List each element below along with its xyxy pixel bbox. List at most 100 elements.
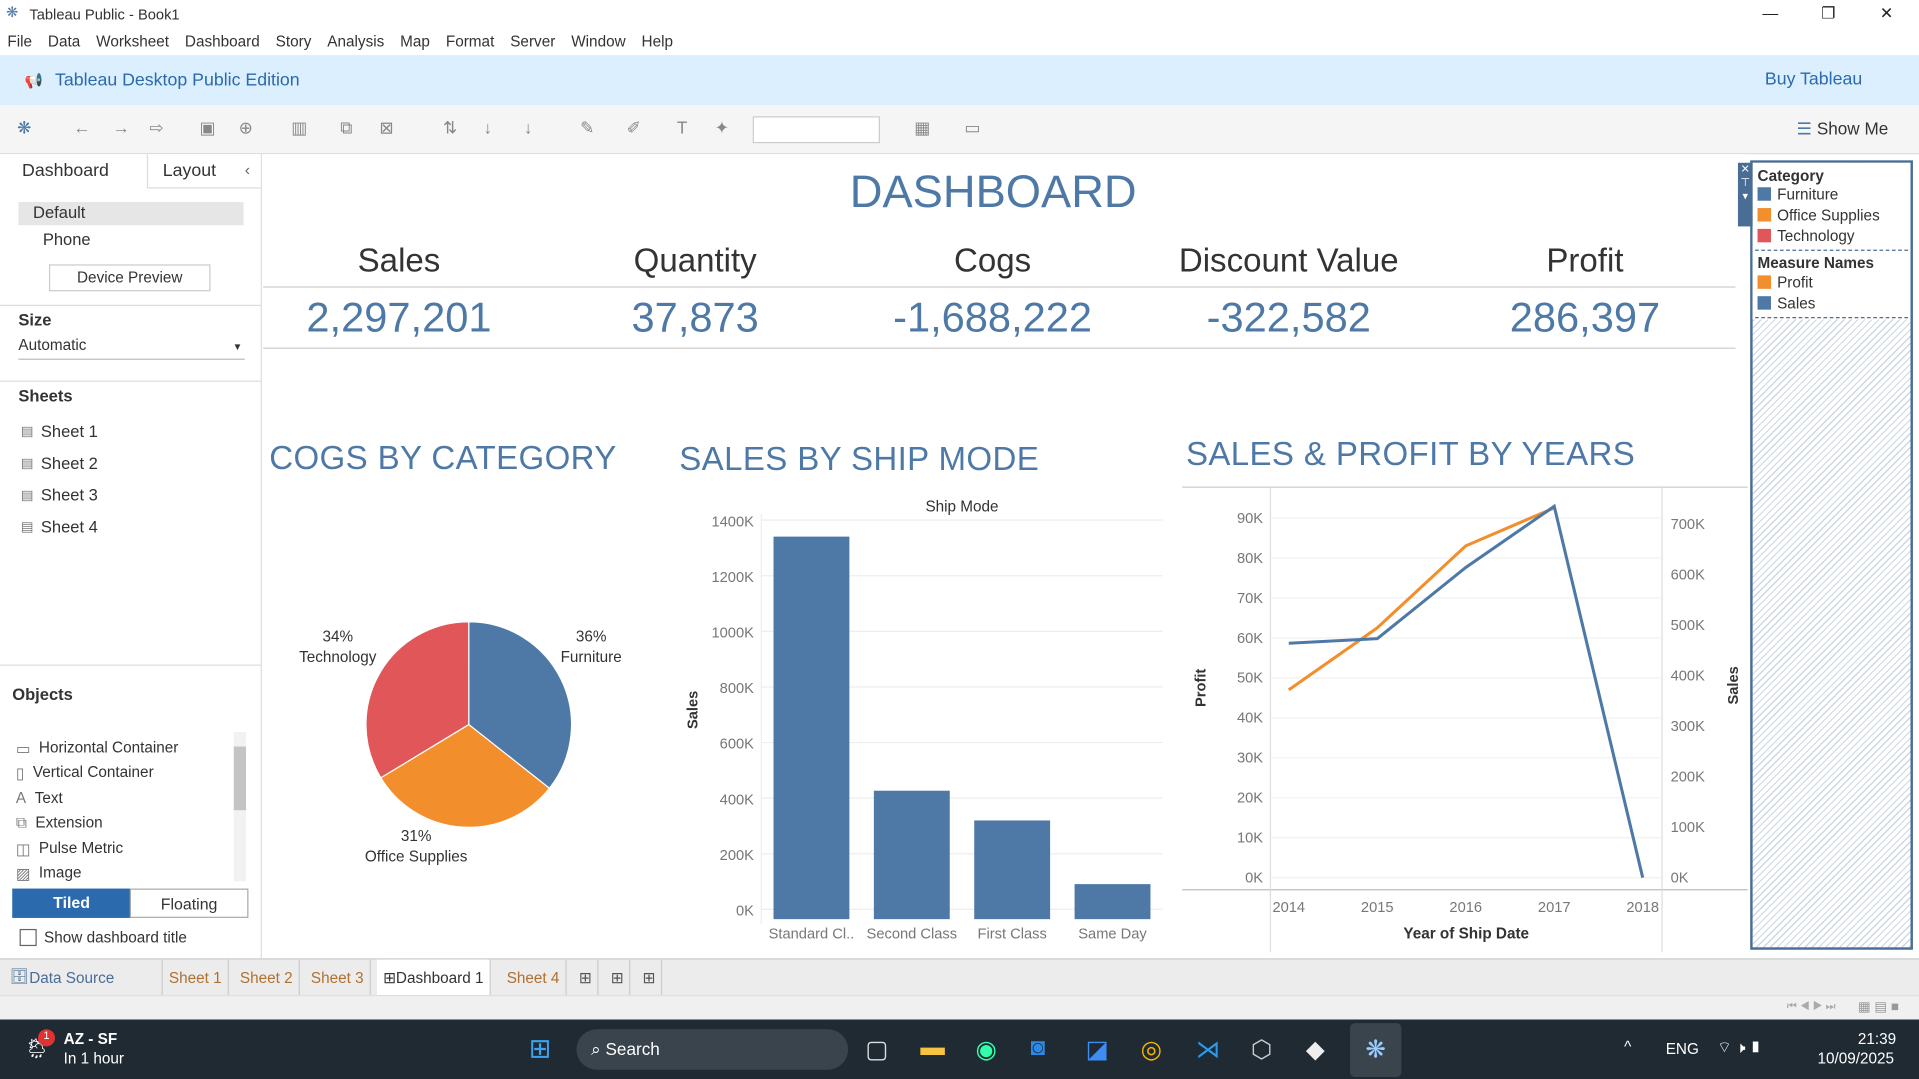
- active-tab-label: Dashboard 1: [395, 968, 484, 986]
- maximize-button[interactable]: ❐: [1821, 4, 1835, 24]
- buy-tableau-link[interactable]: Buy Tableau: [1765, 70, 1862, 90]
- pie-category-label: Office Supplies: [365, 849, 468, 866]
- pie-category-label: Furniture: [561, 649, 622, 666]
- legend-item-sales[interactable]: Sales: [1753, 293, 1911, 314]
- new-dashboard-tab-icon[interactable]: ⊞: [605, 959, 631, 996]
- bar-3: [1074, 884, 1151, 920]
- show-me-icon: ☰: [1796, 118, 1817, 139]
- edge-icon[interactable]: ◉: [975, 1034, 996, 1065]
- line-x-tick-label: 2016: [1449, 900, 1482, 916]
- line-right-tick-label: 0K: [1671, 871, 1689, 887]
- sheet-tabs-bar: 🗄︎ Data Source Sheet 1 Sheet 2 Sheet 3 ⊞…: [0, 958, 1919, 996]
- bar-x-tick-label: Same Day: [1078, 927, 1147, 943]
- view-toggle-icons[interactable]: ▦ ▤ ■: [1858, 999, 1899, 1015]
- weather-title: AZ - SF: [63, 1030, 118, 1048]
- pie-percent-label: 34%: [322, 628, 353, 645]
- line-series-sales: [1288, 503, 1645, 879]
- language-indicator[interactable]: ENG: [1666, 1040, 1699, 1057]
- bar-y-tick-label: 400K: [720, 792, 754, 808]
- line-right-tick-label: 400K: [1671, 668, 1705, 684]
- bar-y-tick-label: 1200K: [711, 570, 754, 586]
- line-x-tick-label: 2018: [1626, 900, 1659, 916]
- new-story-tab-icon[interactable]: ⊞: [636, 959, 663, 996]
- close-icon[interactable]: ✕: [1738, 163, 1753, 176]
- line-left-tick-label: 0K: [1245, 871, 1263, 887]
- line-x-tick-label: 2017: [1538, 900, 1571, 916]
- pie-percent-label: 31%: [401, 828, 432, 845]
- chrome-icon[interactable]: ◎: [1141, 1034, 1162, 1065]
- tab-dashboard-1[interactable]: ⊞ Dashboard 1: [376, 959, 491, 996]
- new-worksheet-tab-icon[interactable]: ⊞: [573, 959, 600, 996]
- tray-expand-icon[interactable]: ^: [1624, 1038, 1631, 1055]
- tab-navigation-icons[interactable]: ⏮ ◀ ▶ ⏭: [1787, 1000, 1836, 1013]
- color-swatch: [1757, 275, 1771, 289]
- clock-date[interactable]: 10/09/2025: [1817, 1050, 1894, 1067]
- show-me-button[interactable]: ☰ Show Me: [1797, 119, 1889, 140]
- line-left-tick-label: 60K: [1237, 631, 1263, 647]
- pin-icon[interactable]: ⊤: [1738, 176, 1753, 189]
- legend-item-profit[interactable]: Profit: [1753, 272, 1911, 293]
- bar-header-ship-mode: Ship Mode: [925, 499, 998, 516]
- more-options-icon[interactable]: ▾: [1738, 190, 1753, 203]
- search-label: Search: [605, 1039, 660, 1059]
- legend-item-furniture[interactable]: Furniture: [1753, 184, 1911, 205]
- color-swatch: [1757, 296, 1771, 310]
- pie-category-label: Technology: [299, 649, 377, 666]
- network-volume-battery-icons[interactable]: ⌔ 🕨︎ ▮: [1717, 1038, 1761, 1058]
- line-x-tick-label: 2014: [1272, 900, 1305, 916]
- line-left-tick-label: 40K: [1237, 711, 1263, 727]
- bar-y-tick-label: 800K: [720, 681, 754, 697]
- bar-y-tick-label: 200K: [720, 848, 754, 864]
- notification-badge: 1: [37, 1029, 56, 1047]
- tab-sheet-2[interactable]: Sheet 2: [234, 959, 300, 996]
- tab-sheet-3[interactable]: Sheet 3: [305, 959, 371, 996]
- pie-percent-label: 36%: [576, 628, 607, 645]
- bar-x-tick-label: First Class: [978, 927, 1047, 943]
- legend-panel: ✕ ⊤ ▾ Category Furniture Office Supplies T…: [1737, 160, 1913, 950]
- legend-controls[interactable]: ✕ ⊤ ▾: [1737, 162, 1753, 227]
- tab-label: Data Source: [29, 968, 115, 986]
- tab-sheet-1[interactable]: Sheet 1: [163, 959, 229, 996]
- clock-time[interactable]: 21:39: [1858, 1031, 1896, 1048]
- line-left-axis-title: Profit: [1194, 669, 1210, 707]
- taskbar-search[interactable]: ⌕ Search: [576, 1029, 849, 1070]
- bar-0: [773, 536, 850, 920]
- windows-start-icon[interactable]: ⊞: [529, 1033, 552, 1065]
- tableau-taskbar-icon[interactable]: ❋: [1349, 1023, 1402, 1078]
- show-me-label: Show Me: [1816, 118, 1889, 139]
- bar-y-tick-label: 1400K: [711, 514, 754, 530]
- bar-x-tick-label: Second Class: [867, 927, 958, 943]
- unity-icon[interactable]: ⬡: [1251, 1034, 1272, 1065]
- bar-y-tick-label: 600K: [720, 737, 754, 753]
- category-legend-title: Category: [1757, 167, 1824, 185]
- line-left-tick-label: 70K: [1237, 591, 1263, 607]
- line-right-axis-title: Sales: [1726, 666, 1742, 704]
- vscode-icon[interactable]: ⋊: [1196, 1034, 1220, 1065]
- bar-x-tick-label: Standard Cl..: [769, 927, 855, 943]
- data-source-tab[interactable]: 🗄︎ Data Source: [4, 959, 163, 996]
- bar-y-tick-label: 0K: [736, 903, 754, 919]
- line-right-tick-label: 700K: [1671, 517, 1705, 533]
- legend-item-office-supplies[interactable]: Office Supplies: [1753, 204, 1911, 225]
- minimize-button[interactable]: —: [1762, 4, 1778, 22]
- tab-sheet-4[interactable]: Sheet 4: [501, 959, 567, 996]
- search-icon: ⌕: [591, 1039, 606, 1059]
- legend-item-technology[interactable]: Technology: [1753, 225, 1911, 246]
- app-icon[interactable]: ◪: [1086, 1034, 1109, 1065]
- app-dark-icon[interactable]: ◆: [1306, 1034, 1325, 1065]
- file-explorer-icon[interactable]: ▬: [920, 1034, 944, 1062]
- legend-label: Office Supplies: [1777, 206, 1880, 224]
- close-button[interactable]: ✕: [1880, 4, 1893, 24]
- task-view-icon[interactable]: ▢: [865, 1034, 888, 1065]
- charts-svg: 36% Furniture 31% Office Supplies 34% Technol…: [299, 486, 1748, 953]
- outlook-icon[interactable]: ◙: [1031, 1034, 1046, 1062]
- bar-2: [974, 820, 1051, 920]
- line-right-tick-label: 200K: [1671, 770, 1705, 786]
- line-right-tick-label: 600K: [1671, 567, 1705, 583]
- taskbar: 🌦︎ 1 AZ - SF In 1 hour ⊞ ⌕ Search ▢ ▬ ◉ …: [0, 1019, 1919, 1079]
- line-x-axis-title: Year of Ship Date: [1403, 926, 1529, 943]
- line-right-tick-label: 500K: [1671, 618, 1705, 634]
- bar-y-axis-title: Sales: [686, 691, 702, 729]
- line-left-tick-label: 30K: [1237, 751, 1263, 767]
- line-left-tick-label: 80K: [1237, 551, 1263, 567]
